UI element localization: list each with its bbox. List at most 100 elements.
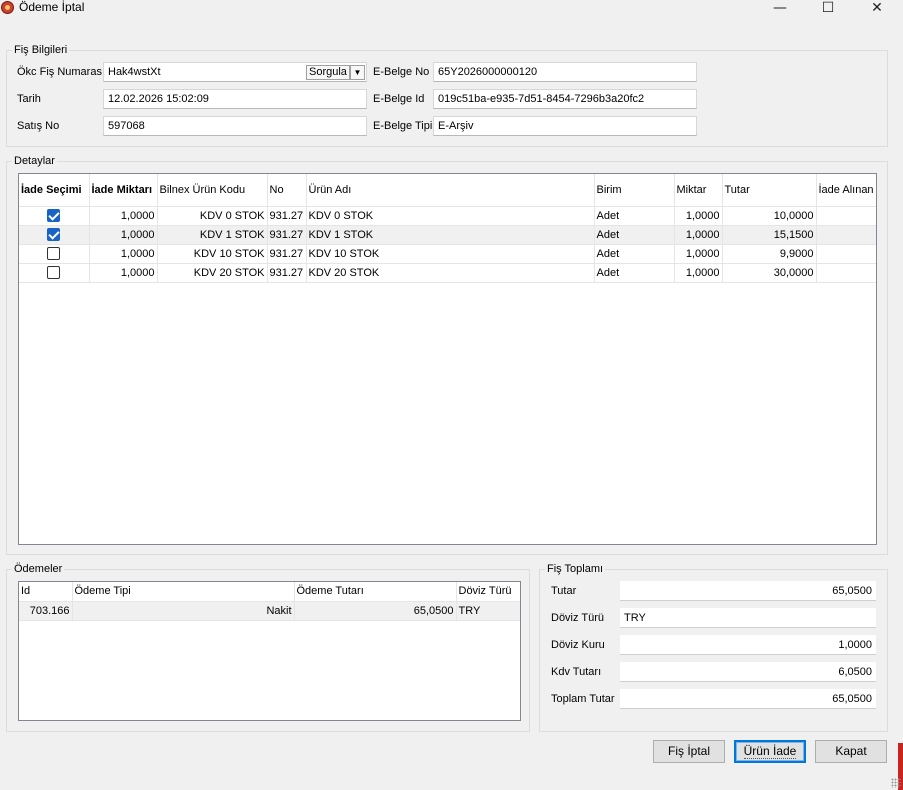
ebelge-no-label: E-Belge No — [373, 66, 430, 78]
satis-no-input[interactable]: 597068 — [103, 116, 367, 136]
detaylar-legend: Detaylar — [14, 155, 55, 167]
column-header[interactable]: Ödeme Tipi — [72, 582, 295, 602]
urun-adi-cell: KDV 1 STOK — [306, 225, 595, 245]
birim-cell: Adet — [594, 206, 675, 226]
toplam-tutar-value[interactable]: 65,0500 — [620, 689, 876, 709]
miktar-cell: 1,0000 — [674, 206, 723, 226]
tutar-cell: 10,0000 — [722, 206, 817, 226]
doviz-kuru-value[interactable]: 1,0000 — [620, 635, 876, 655]
column-header[interactable]: Id — [19, 582, 73, 602]
odemeler-legend: Ödemeler — [14, 563, 63, 575]
urun-adi-cell: KDV 0 STOK — [306, 206, 595, 226]
doviz-turu-value[interactable]: TRY — [620, 608, 876, 628]
iade-checkbox[interactable] — [47, 247, 61, 260]
odeme-tutari-cell: 65,0500 — [294, 601, 457, 621]
iade-alinan-cell — [816, 225, 876, 245]
maximize-icon[interactable]: ☐ — [806, 0, 850, 17]
odemeler-grid[interactable]: Id Ödeme Tipi Ödeme Tutarı Döviz Türü 70… — [18, 581, 521, 721]
iade-miktari-cell[interactable]: 1,0000 — [89, 225, 158, 245]
tutar-value[interactable]: 65,0500 — [620, 581, 876, 601]
no-cell: 931.27 — [267, 206, 307, 226]
table-row[interactable]: 1,0000 KDV 1 STOK 931.27 KDV 1 STOK Adet… — [19, 225, 876, 245]
column-header[interactable]: Ürün Adı — [306, 174, 595, 207]
detaylar-table: İade Seçimi İade Miktarı Bilnex Ürün Kod… — [19, 174, 876, 283]
close-icon[interactable]: ✕ — [855, 0, 899, 17]
odeme-tipi-cell: Nakit — [72, 601, 295, 621]
satis-no-label: Satış No — [17, 120, 60, 132]
no-cell: 931.27 — [267, 244, 307, 264]
column-header[interactable]: İade Miktarı — [89, 174, 158, 207]
fis-toplami-legend: Fiş Toplamı — [547, 563, 604, 575]
column-header[interactable]: İade Seçimi — [19, 174, 90, 207]
urun-iade-button[interactable]: Ürün İade — [734, 740, 806, 763]
resize-grip-icon[interactable] — [891, 778, 901, 788]
app-icon — [1, 1, 14, 14]
iade-checkbox[interactable] — [47, 209, 61, 222]
birim-cell: Adet — [594, 244, 675, 264]
window-title: Ödeme İptal — [19, 0, 85, 14]
urun-kodu-cell: KDV 10 STOK — [157, 244, 268, 264]
table-row[interactable]: 1,0000 KDV 10 STOK 931.27 KDV 10 STOK Ad… — [19, 244, 876, 264]
urun-iade-label: Ürün İade — [743, 744, 797, 759]
odeme-id-cell: 703.166 — [19, 601, 73, 621]
urun-adi-cell: KDV 20 STOK — [306, 263, 595, 283]
sorgula-button[interactable]: Sorgula — [306, 65, 350, 80]
detaylar-grid[interactable]: İade Seçimi İade Miktarı Bilnex Ürün Kod… — [18, 173, 877, 545]
tarih-input[interactable]: 12.02.2026 15:02:09 — [103, 89, 367, 109]
iade-checkbox[interactable] — [47, 228, 61, 241]
doviz-kuru-label: Döviz Kuru — [551, 639, 605, 651]
kdv-tutari-value[interactable]: 6,0500 — [620, 662, 876, 682]
column-header[interactable]: Birim — [594, 174, 675, 207]
column-header[interactable]: Miktar — [674, 174, 723, 207]
tutar-cell: 15,1500 — [722, 225, 817, 245]
fis-iptal-button[interactable]: Fiş İptal — [653, 740, 725, 763]
column-header[interactable]: Tutar — [722, 174, 817, 207]
kapat-button[interactable]: Kapat — [815, 740, 887, 763]
fis-bilgileri-legend: Fiş Bilgileri — [14, 44, 68, 56]
urun-kodu-cell: KDV 0 STOK — [157, 206, 268, 226]
column-header[interactable]: No — [267, 174, 307, 207]
column-header[interactable]: İade Alınan — [816, 174, 876, 207]
odemeler-header-row: Id Ödeme Tipi Ödeme Tutarı Döviz Türü — [19, 582, 520, 602]
odemeler-table: Id Ödeme Tipi Ödeme Tutarı Döviz Türü 70… — [19, 582, 520, 621]
birim-cell: Adet — [594, 225, 675, 245]
tutar-cell: 9,9000 — [722, 244, 817, 264]
tutar-cell: 30,0000 — [722, 263, 817, 283]
urun-kodu-cell: KDV 1 STOK — [157, 225, 268, 245]
ebelge-no-input[interactable]: 65Y2026000000120 — [433, 62, 697, 82]
table-row[interactable]: 703.166 Nakit 65,0500 TRY — [19, 601, 520, 621]
iade-alinan-cell — [816, 206, 876, 226]
tarih-label: Tarih — [17, 93, 41, 105]
ebelge-tipi-label: E-Belge Tipi — [373, 120, 433, 132]
iade-miktari-cell[interactable]: 1,0000 — [89, 244, 158, 264]
okc-fis-label: Ökc Fiş Numarası — [17, 66, 106, 78]
birim-cell: Adet — [594, 263, 675, 283]
iade-miktari-cell[interactable]: 1,0000 — [89, 206, 158, 226]
chevron-down-icon[interactable]: ▼ — [350, 65, 365, 80]
table-row[interactable]: 1,0000 KDV 20 STOK 931.27 KDV 20 STOK Ad… — [19, 263, 876, 283]
title-bar: Ödeme İptal — ☐ ✕ — [0, 0, 903, 18]
iade-alinan-cell — [816, 244, 876, 264]
iade-miktari-cell[interactable]: 1,0000 — [89, 263, 158, 283]
tutar-label: Tutar — [551, 585, 577, 597]
miktar-cell: 1,0000 — [674, 225, 723, 245]
miktar-cell: 1,0000 — [674, 263, 723, 283]
urun-kodu-cell: KDV 20 STOK — [157, 263, 268, 283]
column-header[interactable]: Ödeme Tutarı — [294, 582, 457, 602]
ebelge-tipi-input[interactable]: E-Arşiv — [433, 116, 697, 136]
toplam-tutar-label: Toplam Tutar — [551, 693, 615, 705]
table-row[interactable]: 1,0000 KDV 0 STOK 931.27 KDV 0 STOK Adet… — [19, 206, 876, 226]
doviz-turu-label: Döviz Türü — [551, 612, 604, 624]
iade-alinan-cell — [816, 263, 876, 283]
iade-checkbox[interactable] — [47, 266, 61, 279]
ebelge-id-input[interactable]: 019c51ba-e935-7d51-8454-7296b3a20fc2 — [433, 89, 697, 109]
detaylar-header-row: İade Seçimi İade Miktarı Bilnex Ürün Kod… — [19, 174, 876, 207]
no-cell: 931.27 — [267, 225, 307, 245]
urun-adi-cell: KDV 10 STOK — [306, 244, 595, 264]
doviz-turu-cell: TRY — [456, 601, 520, 621]
miktar-cell: 1,0000 — [674, 244, 723, 264]
ebelge-id-label: E-Belge Id — [373, 93, 425, 105]
column-header[interactable]: Döviz Türü — [456, 582, 520, 602]
minimize-icon[interactable]: — — [758, 0, 802, 17]
column-header[interactable]: Bilnex Ürün Kodu — [157, 174, 268, 207]
